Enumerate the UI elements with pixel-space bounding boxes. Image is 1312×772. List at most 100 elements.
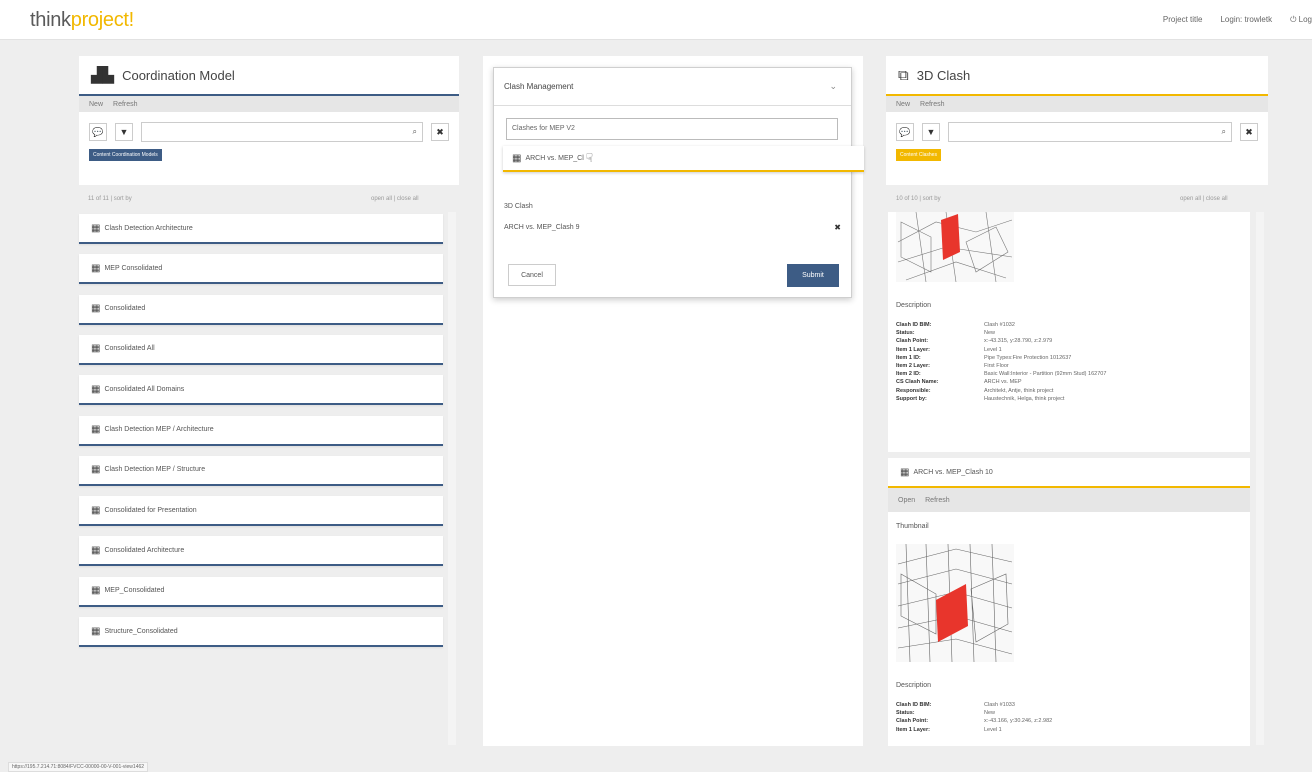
- remove-icon[interactable]: ✖: [834, 223, 841, 232]
- clash-card-2: ▦ ARCH vs. MEP_Clash 10 Open Refresh Thu…: [888, 458, 1250, 746]
- buildings-icon: ▟▙: [91, 67, 115, 84]
- filter-icon[interactable]: ▼: [115, 123, 133, 141]
- detail-value: ARCH vs. MEP: [984, 379, 1022, 386]
- coord-list-item[interactable]: ▦ Consolidated: [79, 294, 443, 325]
- coord-item-label: Consolidated All Domains: [104, 385, 185, 393]
- detail-key: Support by:: [896, 395, 927, 402]
- coord-count[interactable]: 11 of 11 | sort by: [88, 196, 132, 202]
- nav-project[interactable]: Project title: [1163, 15, 1203, 25]
- comment-icon[interactable]: 💬: [89, 123, 107, 141]
- clash-scrollbar[interactable]: [1256, 212, 1264, 745]
- status-url: https://195.7.214.71:8084/FVCC-00000-00-…: [8, 762, 149, 772]
- detail-key: Item 1 Layer:: [896, 726, 930, 733]
- search-icon[interactable]: ⌕: [1222, 127, 1226, 137]
- logo-project: project!: [70, 9, 134, 31]
- cancel-button[interactable]: Cancel: [508, 264, 556, 286]
- coord-list-item[interactable]: ▦ Clash Detection MEP / Architecture: [79, 415, 443, 446]
- coord-new-button[interactable]: New: [89, 101, 103, 108]
- detail-key: Item 1 Layer:: [896, 346, 930, 353]
- detail-value: Clash #1033: [984, 702, 1015, 708]
- cube-icon: ⧉: [898, 66, 909, 84]
- app-logo[interactable]: thinkproject!: [30, 9, 134, 32]
- clear-icon[interactable]: ✖: [1240, 123, 1258, 141]
- coord-list-item[interactable]: ▦ MEP Consolidated: [79, 254, 443, 285]
- coordination-toolbar: New Refresh: [79, 96, 459, 112]
- modal-title: Clash Management: [504, 82, 574, 91]
- nav-logout[interactable]: ⏻ Log: [1290, 15, 1312, 25]
- detail-value: x:-43.315, y:28.790, z:2.979: [984, 338, 1053, 345]
- clash-render-image: [897, 544, 1013, 662]
- top-bar: thinkproject! Project title Login: trowl…: [0, 0, 1312, 40]
- coord-list-item[interactable]: ▦ Consolidated All: [79, 334, 443, 365]
- coord-item-label: Consolidated: [104, 305, 146, 313]
- modal-search-input[interactable]: Clashes for MEP V2: [506, 118, 838, 140]
- grid-icon: ▦: [91, 424, 101, 435]
- clash-card-2-header[interactable]: ▦ ARCH vs. MEP_Clash 10: [888, 458, 1250, 488]
- clash-refresh-button[interactable]: Refresh: [920, 101, 945, 108]
- clash-search-row: 💬 ▼ ⌕ ✖: [886, 112, 1268, 142]
- coord-list-item[interactable]: ▦ Clash Detection Architecture: [79, 214, 443, 244]
- clash-thumbnail-2[interactable]: [896, 544, 1014, 662]
- grid-icon: ▦: [512, 152, 522, 164]
- modal-header: Clash Management: [494, 68, 851, 106]
- clash-card-2-toolbar: Open Refresh: [888, 488, 1250, 512]
- coord-item-label: MEP Consolidated: [104, 264, 163, 272]
- grid-icon: ▦: [91, 504, 101, 516]
- clash-count[interactable]: 10 of 10 | sort by: [896, 196, 941, 202]
- coord-refresh-button[interactable]: Refresh: [113, 101, 138, 108]
- detail-value: Level 1: [984, 346, 1002, 353]
- detail-value: Pipe Types:Fire Protection 1012637: [984, 354, 1072, 361]
- coord-list-item[interactable]: ▦ Consolidated Architecture: [79, 536, 443, 567]
- clash-open-close[interactable]: open all | close all: [1180, 196, 1228, 202]
- coord-search-input[interactable]: ⌕: [141, 122, 423, 142]
- clash-card-1: Description Clash ID BIM: Clash #1032 Stat…: [888, 212, 1250, 452]
- logout-label: Log: [1298, 15, 1312, 24]
- top-nav: Project title Login: trowletk ⏻ Log: [1163, 15, 1312, 25]
- coord-item-label: Clash Detection MEP / Architecture: [104, 426, 214, 433]
- grid-icon: ▦: [91, 383, 101, 395]
- thumbnail-label: Thumbnail: [896, 523, 929, 530]
- detail-key: Item 1 ID:: [896, 354, 921, 361]
- coord-list-item[interactable]: ▦ Clash Detection MEP / Structure: [79, 455, 443, 486]
- grid-icon: ▦: [91, 262, 101, 274]
- coord-scrollbar[interactable]: [448, 212, 456, 745]
- grid-icon: ▦: [91, 544, 101, 556]
- grid-icon: ▦: [900, 466, 910, 478]
- coord-item-label: Clash Detection Architecture: [104, 224, 193, 232]
- suggestion-item[interactable]: ▦ ARCH vs. MEP_Cl ☟: [503, 146, 864, 172]
- detail-key: CS Clash Name:: [896, 379, 939, 386]
- coord-list-item[interactable]: ▦ Structure_Consolidated: [79, 617, 443, 647]
- clash-filter-tag[interactable]: Content Clashes: [896, 149, 941, 161]
- clash-card-refresh-button[interactable]: Refresh: [925, 497, 950, 504]
- coord-filter-tag[interactable]: Content Coordination Models: [89, 149, 162, 161]
- grid-icon: ▦: [91, 464, 101, 476]
- modal-search-value: Clashes for MEP V2: [512, 125, 575, 132]
- clash-open-button[interactable]: Open: [898, 497, 915, 504]
- detail-value: First Floor: [984, 363, 1009, 369]
- nav-login[interactable]: Login: trowletk: [1220, 15, 1272, 25]
- search-icon[interactable]: ⌕: [413, 127, 417, 137]
- clash-thumbnail-1[interactable]: [896, 212, 1014, 282]
- coord-list-item[interactable]: ▦ Consolidated for Presentation: [79, 496, 443, 527]
- detail-key: Clash ID BIM:: [896, 322, 932, 328]
- clash-search-input[interactable]: ⌕: [948, 122, 1232, 142]
- comment-icon[interactable]: 💬: [896, 123, 914, 141]
- detail-key: Status:: [896, 710, 915, 717]
- submit-button[interactable]: Submit: [787, 264, 839, 287]
- filter-icon[interactable]: ▼: [922, 123, 940, 141]
- clear-icon[interactable]: ✖: [431, 123, 449, 141]
- suggestion-label: ARCH vs. MEP_Cl: [525, 154, 584, 162]
- logout-icon: ⏻: [1290, 15, 1299, 24]
- detail-value: x:-43.166, y:30.246, z:2.982: [984, 718, 1053, 725]
- detail-value: Haustechnik, Helga, think project: [984, 395, 1065, 402]
- clash-header: ⧉ 3D Clash: [886, 56, 1268, 96]
- grid-icon: ▦: [91, 585, 101, 597]
- detail-key: Item 2 ID:: [896, 371, 921, 378]
- clash-new-button[interactable]: New: [896, 101, 910, 108]
- coord-open-close[interactable]: open all | close all: [371, 196, 419, 202]
- coord-list-item[interactable]: ▦ Consolidated All Domains: [79, 375, 443, 406]
- coord-list-item[interactable]: ▦ MEP_Consolidated: [79, 576, 443, 607]
- collapse-icon[interactable]: ⌄: [829, 81, 837, 92]
- coord-item-label: Structure_Consolidated: [104, 627, 178, 635]
- detail-value: New: [984, 330, 996, 337]
